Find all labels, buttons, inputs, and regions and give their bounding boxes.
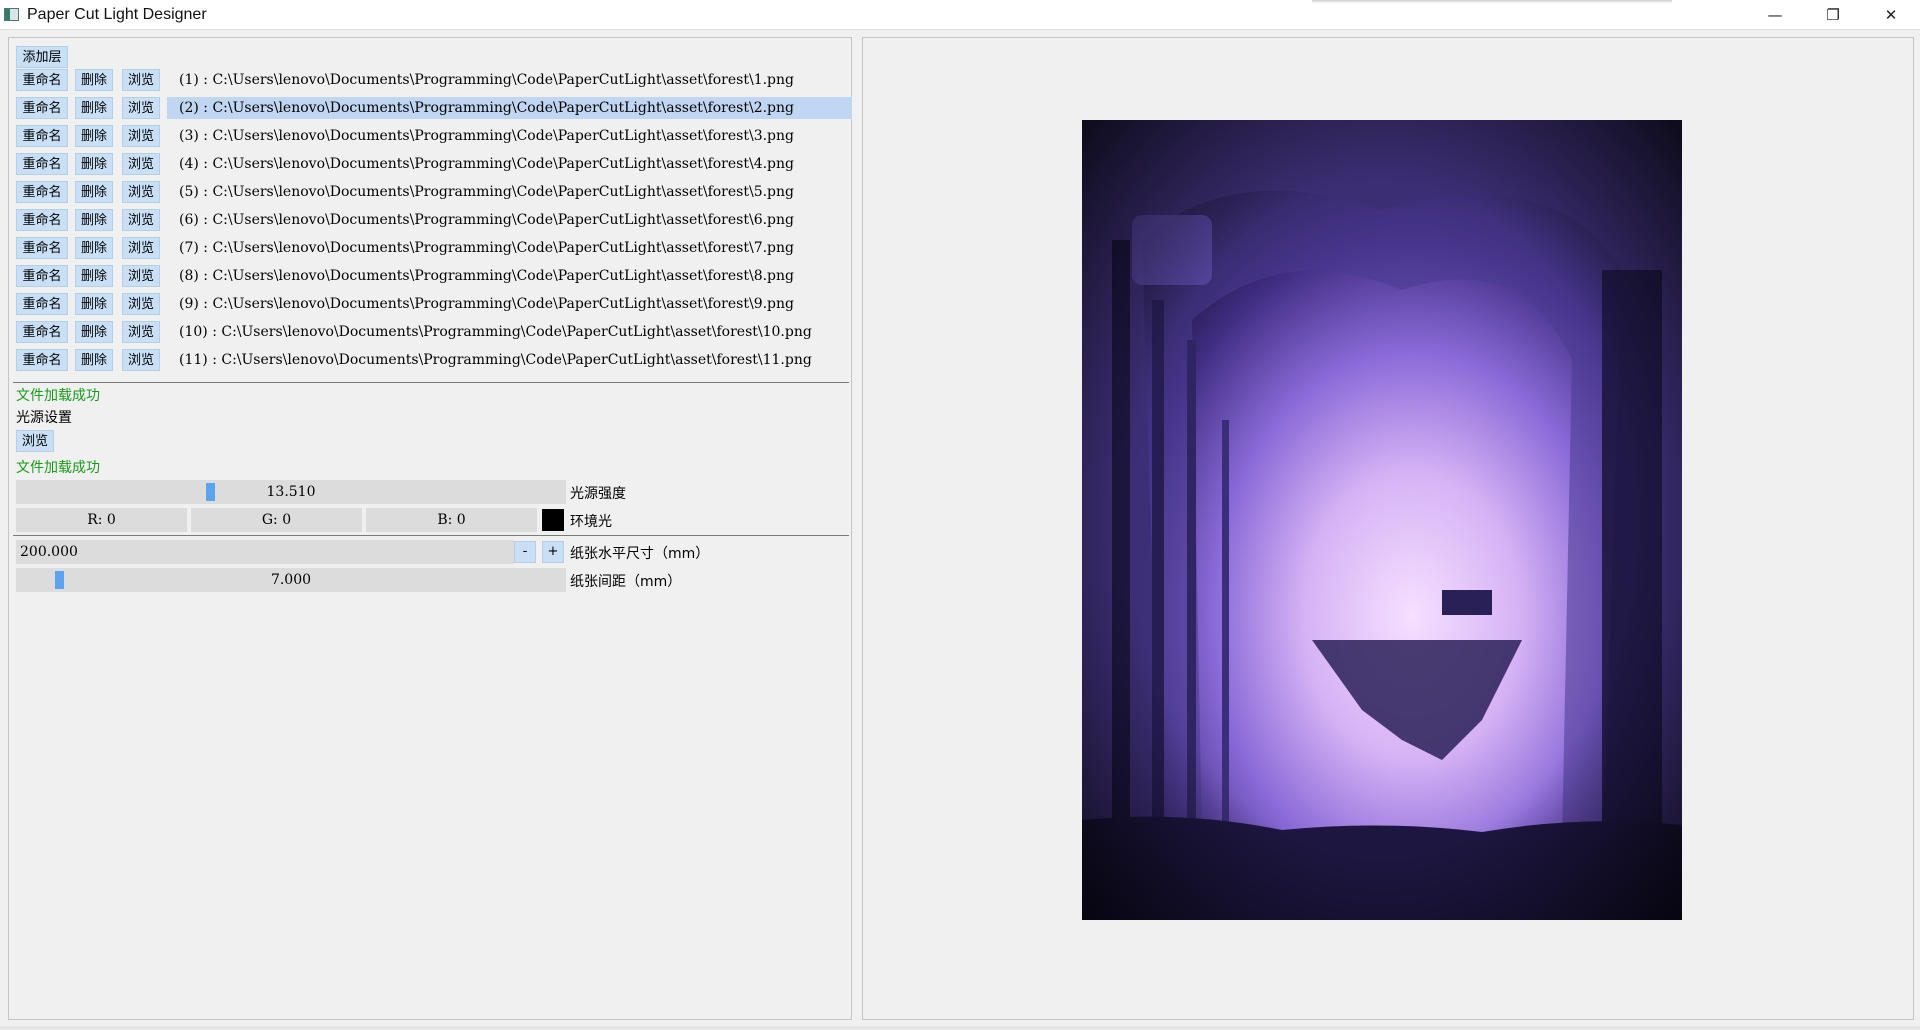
browse-button[interactable]: 浏览 [122,97,160,119]
layer-path[interactable]: (9) : C:\Users\lenovo\Documents\Programm… [167,293,853,315]
layer-path[interactable]: (2) : C:\Users\lenovo\Documents\Programm… [167,97,853,119]
paper-spacing-value: 7.000 [270,572,312,588]
add-layer-button[interactable]: 添加层 [16,46,68,68]
browse-button[interactable]: 浏览 [122,125,160,147]
ambient-b-field[interactable]: B: 0 [366,508,537,532]
paper-cut-preview [1082,120,1682,920]
light-section-title: 光源设置 [16,410,72,426]
layer-path[interactable]: (11) : C:\Users\lenovo\Documents\Program… [167,349,853,371]
browse-button[interactable]: 浏览 [122,293,160,315]
light-intensity-label: 光源强度 [570,486,626,502]
rename-button[interactable]: 重命名 [16,349,68,371]
light-intensity-value: 13.510 [266,484,316,500]
window-controls: — ❐ ✕ [1746,0,1920,29]
layers-load-status: 文件加载成功 [16,388,100,404]
layer-path[interactable]: (3) : C:\Users\lenovo\Documents\Programm… [167,125,853,147]
delete-button[interactable]: 删除 [75,349,113,371]
browse-button[interactable]: 浏览 [122,237,160,259]
layer-path[interactable]: (6) : C:\Users\lenovo\Documents\Programm… [167,209,853,231]
browse-button[interactable]: 浏览 [122,349,160,371]
panel-splitter[interactable] [852,37,862,1020]
rename-button[interactable]: 重命名 [16,181,68,203]
rename-button[interactable]: 重命名 [16,97,68,119]
ambient-color-swatch[interactable] [542,509,564,531]
increment-button[interactable]: + [542,541,564,563]
layer-path[interactable]: (1) : C:\Users\lenovo\Documents\Programm… [167,69,853,91]
light-intensity-slider[interactable]: 13.510 [16,480,566,504]
delete-button[interactable]: 删除 [75,153,113,175]
app-icon [4,8,19,21]
preview-image [1082,120,1682,920]
restore-button[interactable]: ❐ [1804,0,1862,29]
rename-button[interactable]: 重命名 [16,237,68,259]
rename-button[interactable]: 重命名 [16,125,68,147]
delete-button[interactable]: 删除 [75,237,113,259]
rename-button[interactable]: 重命名 [16,153,68,175]
delete-button[interactable]: 删除 [75,209,113,231]
layer-settings-panel: 添加层 重命名 删除 浏览 (1) : C:\Users\lenovo\Documen… [8,37,853,1020]
ambient-r-field[interactable]: R: 0 [16,508,187,532]
window-bottom-edge [0,1026,1920,1030]
minimize-button[interactable]: — [1746,0,1804,29]
browse-button[interactable]: 浏览 [122,209,160,231]
paper-spacing-label: 纸张间距（mm） [570,574,682,590]
title-shadow [1312,0,1672,3]
rename-button[interactable]: 重命名 [16,209,68,231]
delete-button[interactable]: 删除 [75,293,113,315]
browse-button[interactable]: 浏览 [122,265,160,287]
layer-path[interactable]: (5) : C:\Users\lenovo\Documents\Programm… [167,181,853,203]
rename-button[interactable]: 重命名 [16,265,68,287]
rename-button[interactable]: 重命名 [16,321,68,343]
close-button[interactable]: ✕ [1862,0,1920,29]
light-browse-button[interactable]: 浏览 [16,430,54,452]
delete-button[interactable]: 删除 [75,321,113,343]
layer-path[interactable]: (4) : C:\Users\lenovo\Documents\Programm… [167,153,853,175]
rename-button[interactable]: 重命名 [16,293,68,315]
browse-button[interactable]: 浏览 [122,153,160,175]
paper-width-label: 纸张水平尺寸（mm） [570,546,710,562]
paper-width-input[interactable]: 200.000 [16,540,514,564]
light-load-status: 文件加载成功 [16,460,100,476]
paper-spacing-slider[interactable]: 7.000 [16,568,566,592]
delete-button[interactable]: 删除 [75,265,113,287]
layer-path[interactable]: (10) : C:\Users\lenovo\Documents\Program… [167,321,853,343]
delete-button[interactable]: 删除 [75,69,113,91]
divider [13,382,849,383]
layer-path[interactable]: (8) : C:\Users\lenovo\Documents\Programm… [167,265,853,287]
browse-button[interactable]: 浏览 [122,321,160,343]
ambient-g-field[interactable]: G: 0 [191,508,362,532]
decrement-button[interactable]: - [514,541,536,563]
delete-button[interactable]: 删除 [75,97,113,119]
browse-button[interactable]: 浏览 [122,69,160,91]
rename-button[interactable]: 重命名 [16,69,68,91]
window-title: Paper Cut Light Designer [27,5,207,23]
ambient-label: 环境光 [570,514,612,530]
delete-button[interactable]: 删除 [75,125,113,147]
divider [13,535,849,536]
browse-button[interactable]: 浏览 [122,181,160,203]
delete-button[interactable]: 删除 [75,181,113,203]
title-bar: Paper Cut Light Designer — ❐ ✕ [0,0,1920,30]
layer-path[interactable]: (7) : C:\Users\lenovo\Documents\Programm… [167,237,853,259]
